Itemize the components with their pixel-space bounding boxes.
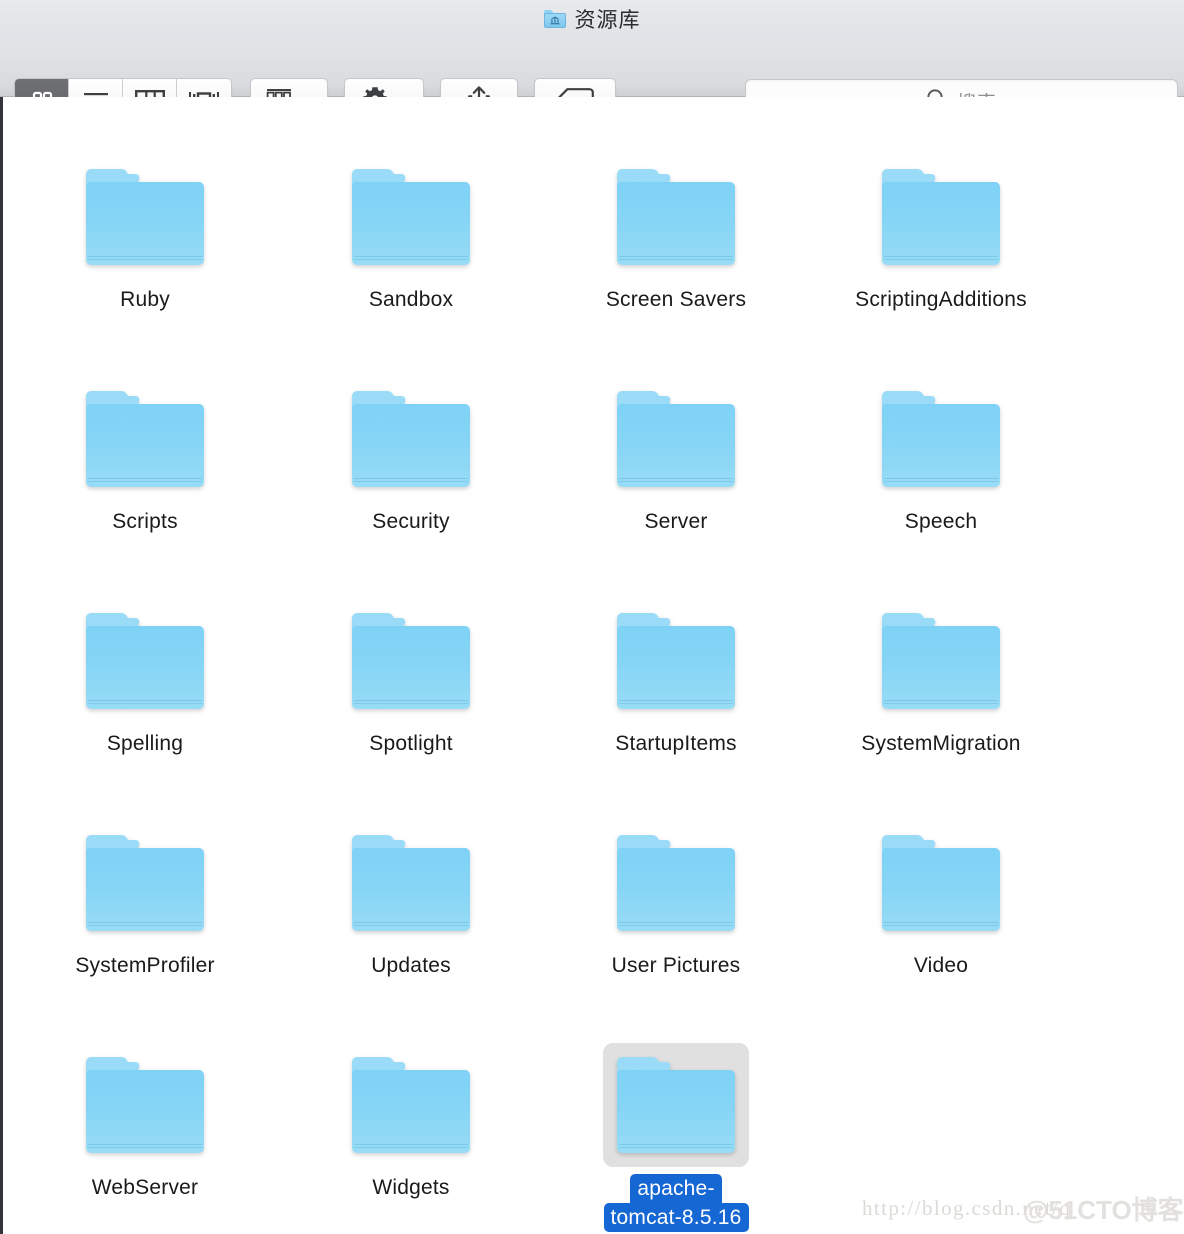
grid-item[interactable]: Server [566, 377, 786, 535]
icon-container [868, 155, 1014, 279]
folder-icon [352, 613, 470, 709]
folder-icon [617, 613, 735, 709]
item-label: WebServer [91, 1176, 199, 1199]
icon-container [72, 1043, 218, 1167]
grid-item[interactable]: Spotlight [301, 599, 521, 757]
grid-item[interactable]: SystemProfiler [35, 821, 255, 979]
folder-icon [882, 613, 1000, 709]
icon-grid: Ruby Sandbox Screen Savers ScriptingAdditio… [3, 97, 1184, 1234]
item-label: SystemProfiler [75, 954, 215, 977]
icon-container [338, 155, 484, 279]
finder-window: 资源库 Ruby Sandbox Screen Savers Scripting… [0, 0, 1184, 1234]
folder-icon [617, 391, 735, 487]
icon-container [72, 377, 218, 501]
item-label: SystemMigration [861, 732, 1021, 755]
icon-container [338, 377, 484, 501]
folder-icon [617, 835, 735, 931]
folder-icon [882, 391, 1000, 487]
title-bar[interactable]: 资源库 [0, 0, 1184, 34]
icon-container [72, 155, 218, 279]
icon-container [868, 821, 1014, 945]
icon-container [72, 599, 218, 723]
folder-icon [352, 1057, 470, 1153]
grid-item[interactable]: Screen Savers [566, 155, 786, 313]
folder-icon [86, 169, 204, 265]
grid-item[interactable]: Speech [831, 377, 1051, 535]
grid-item[interactable]: ScriptingAdditions [831, 155, 1051, 313]
icon-container [603, 377, 749, 501]
grid-item[interactable]: StartupItems [566, 599, 786, 757]
window-title: 资源库 [574, 9, 641, 32]
grid-item[interactable]: SystemMigration [831, 599, 1051, 757]
item-label: Spelling [106, 732, 184, 755]
folder-icon [86, 835, 204, 931]
item-label: Video [913, 954, 969, 977]
grid-item[interactable]: Security [301, 377, 521, 535]
item-label: Scripts [112, 510, 178, 533]
icon-container [603, 599, 749, 723]
item-label: ScriptingAdditions [855, 288, 1027, 311]
grid-item[interactable]: Video [831, 821, 1051, 979]
toolbar: 搜索 [0, 36, 1184, 124]
folder-icon [352, 835, 470, 931]
grid-item[interactable]: WebServer [35, 1043, 255, 1201]
grid-item[interactable]: Scripts [35, 377, 255, 535]
grid-item[interactable]: Widgets [301, 1043, 521, 1201]
folder-library-icon [543, 10, 566, 28]
icon-container [338, 1043, 484, 1167]
folder-icon [86, 391, 204, 487]
folder-icon [352, 169, 470, 265]
folder-icon [882, 169, 1000, 265]
grid-item[interactable]: Updates [301, 821, 521, 979]
folder-icon [617, 1057, 735, 1153]
icon-container [868, 599, 1014, 723]
grid-item[interactable]: Spelling [35, 599, 255, 757]
item-label: StartupItems [615, 732, 737, 755]
folder-icon [86, 1057, 204, 1153]
item-label: Speech [904, 510, 978, 533]
item-label: Updates [371, 954, 451, 977]
grid-item[interactable]: User Pictures [566, 821, 786, 979]
icon-container [868, 377, 1014, 501]
item-label: Security [372, 510, 450, 533]
grid-item[interactable]: Sandbox [301, 155, 521, 313]
item-label: apache-tomcat-8.5.16 [603, 1174, 749, 1232]
folder-icon [617, 169, 735, 265]
icon-container [338, 821, 484, 945]
item-label: Screen Savers [605, 288, 747, 311]
item-label: Widgets [372, 1176, 450, 1199]
folder-icon [882, 835, 1000, 931]
grid-item[interactable]: Ruby [35, 155, 255, 313]
selection-highlight [603, 1043, 749, 1167]
title-group: 资源库 [0, 4, 1184, 34]
item-label: Ruby [120, 288, 170, 311]
icon-container [72, 821, 218, 945]
item-label: Server [644, 510, 708, 533]
item-label: Spotlight [369, 732, 453, 755]
icon-container [603, 821, 749, 945]
item-label: Sandbox [368, 288, 454, 311]
window-chrome: 资源库 [0, 0, 1184, 124]
icon-container [338, 599, 484, 723]
item-label: User Pictures [611, 954, 741, 977]
grid-item[interactable]: apache-tomcat-8.5.16 [566, 1043, 786, 1232]
file-grid-area[interactable]: Ruby Sandbox Screen Savers ScriptingAdditio… [0, 97, 1184, 1234]
folder-icon [352, 391, 470, 487]
folder-icon [86, 613, 204, 709]
icon-container [603, 155, 749, 279]
